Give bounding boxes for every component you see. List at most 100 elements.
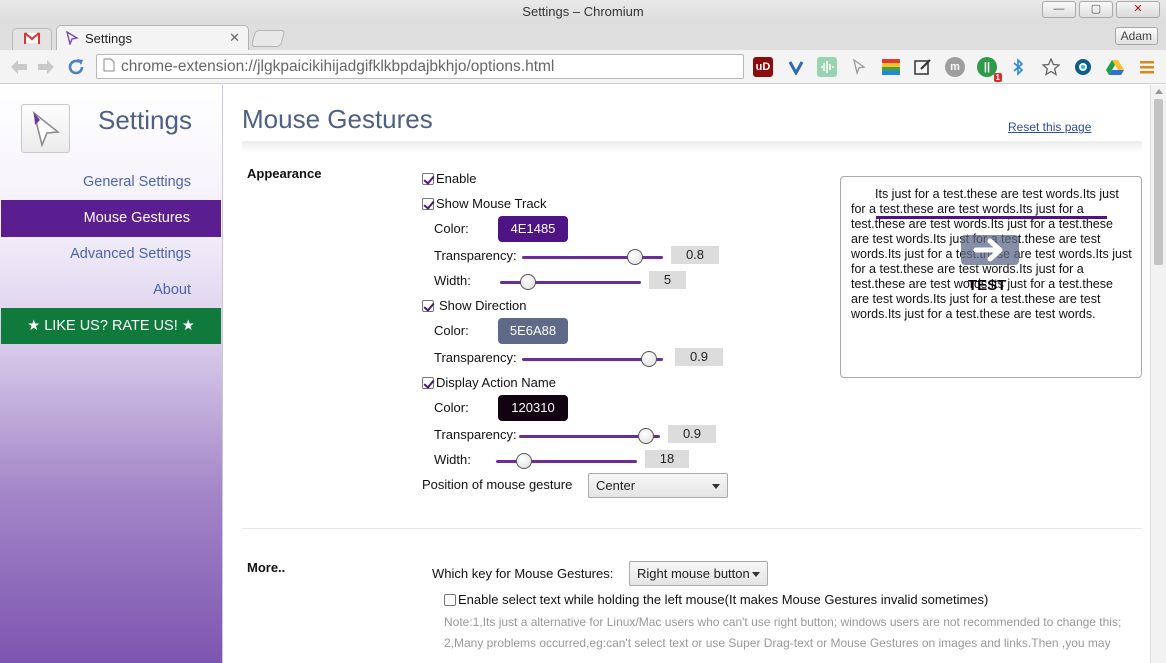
tab-gmail[interactable] — [12, 28, 52, 50]
sidebar-item-general-settings[interactable]: General Settings — [83, 174, 191, 190]
tab-close-icon[interactable]: ✕ — [229, 30, 240, 46]
pushbullet-icon[interactable]: || 1 — [977, 57, 1002, 82]
direction-transparency-slider[interactable] — [522, 351, 663, 367]
direction-transparency-label: Transparency: — [434, 350, 517, 365]
action-transparency-thumb[interactable] — [637, 428, 654, 444]
gmail-icon — [23, 31, 41, 47]
position-select-value: Center — [596, 478, 636, 493]
profile-button[interactable]: Adam — [1114, 27, 1158, 45]
ublock-icon[interactable]: uD — [753, 57, 773, 77]
gestures-favicon-icon — [65, 30, 79, 47]
audio-icon[interactable] — [817, 57, 837, 77]
drive-icon[interactable] — [1105, 57, 1125, 77]
show-direction-label: Show Direction — [439, 298, 527, 313]
gesture-preview-area[interactable]: Its just for a test.these are test words… — [840, 176, 1142, 378]
reset-page-link[interactable]: Reset this page — [1008, 120, 1091, 134]
action-width-label: Width: — [434, 452, 471, 467]
address-bar[interactable]: chrome-extension://jlgkpaicikihijadgifkl… — [96, 54, 744, 79]
show-direction-checkbox[interactable] — [422, 299, 434, 312]
enable-checkbox[interactable] — [422, 172, 434, 185]
direction-transparency-thumb[interactable] — [640, 351, 657, 367]
more-section-label: More.. — [247, 560, 286, 575]
position-select[interactable]: Center — [588, 473, 728, 498]
position-label: Position of mouse gesture — [422, 477, 573, 492]
action-transparency-label: Transparency: — [434, 427, 517, 442]
minimize-button[interactable]: — — [1042, 1, 1076, 18]
close-window-button[interactable]: ✕ — [1116, 1, 1160, 18]
vivaldi-icon[interactable] — [786, 57, 806, 77]
show-track-label: Show Mouse Track — [436, 196, 547, 211]
track-width-slider[interactable] — [500, 274, 641, 290]
select-text-row: Enable select text while holding the lef… — [444, 592, 988, 607]
direction-color-label: Color: — [434, 323, 469, 338]
enable-row: Enable — [422, 171, 476, 186]
m-icon[interactable]: m — [945, 57, 965, 77]
note-line-1: Note:1,Its just a alternative for Linux/… — [444, 615, 1122, 629]
url-text: chrome-extension://jlgkpaicikihijadgifkl… — [121, 57, 555, 75]
reload-icon[interactable] — [65, 56, 87, 78]
track-width-value: 5 — [649, 271, 686, 289]
scroll-up-icon[interactable] — [1155, 89, 1163, 94]
mouse-track-line — [876, 216, 1107, 219]
show-track-row: Show Mouse Track — [422, 196, 547, 211]
gestures-icon[interactable] — [849, 57, 869, 77]
action-transparency-slider[interactable] — [519, 428, 660, 444]
tab-title: Settings — [85, 30, 132, 46]
page-scrollbar[interactable] — [1150, 85, 1166, 663]
appearance-section-label: Appearance — [247, 166, 322, 181]
scrollbar-thumb[interactable] — [1154, 99, 1163, 265]
section-divider — [242, 528, 1142, 529]
show-direction-row: Show Direction — [422, 298, 526, 313]
edit-icon[interactable] — [913, 57, 933, 77]
rate-us-button[interactable]: ★ LIKE US? RATE US! ★ — [1, 308, 221, 344]
sidebar: Settings General Settings Mouse Gestures… — [0, 85, 223, 663]
track-transparency-slider[interactable] — [522, 249, 663, 265]
select-text-checkbox[interactable] — [444, 593, 456, 606]
enable-label: Enable — [436, 171, 477, 186]
main-content: Mouse Gestures Reset this page Appearanc… — [224, 85, 1149, 663]
sidebar-item-mouse-gestures[interactable]: Mouse Gestures — [1, 200, 221, 237]
window-controls: — ▢ ✕ — [1042, 1, 1160, 18]
sidebar-item-advanced-settings[interactable]: Advanced Settings — [70, 246, 191, 262]
new-tab-button[interactable] — [250, 30, 286, 47]
track-transparency-label: Transparency: — [434, 248, 517, 263]
timer-icon[interactable] — [1073, 57, 1093, 77]
track-transparency-value: 0.8 — [671, 246, 719, 264]
display-action-row: Display Action Name — [422, 375, 556, 390]
chevron-down-icon — [752, 572, 760, 577]
track-width-thumb[interactable] — [520, 274, 537, 290]
action-width-thumb[interactable] — [516, 453, 533, 469]
action-transparency-value: 0.9 — [668, 425, 716, 443]
gesture-key-label: Which key for Mouse Gestures: — [432, 566, 614, 581]
track-width-label: Width: — [434, 273, 471, 288]
menu-icon[interactable] — [1137, 57, 1157, 77]
colors-icon[interactable] — [881, 57, 901, 77]
action-width-value: 18 — [645, 450, 689, 468]
extension-options-page: Settings General Settings Mouse Gestures… — [0, 85, 1166, 663]
gesture-key-select[interactable]: Right mouse button — [629, 561, 768, 586]
maximize-button[interactable]: ▢ — [1079, 1, 1113, 18]
sidebar-item-about[interactable]: About — [153, 282, 191, 298]
bookmark-star-icon[interactable] — [1041, 57, 1061, 77]
action-width-slider[interactable] — [496, 453, 637, 469]
display-action-label: Display Action Name — [436, 375, 556, 390]
track-transparency-thumb[interactable] — [626, 249, 643, 265]
show-track-checkbox[interactable] — [422, 197, 434, 210]
browser-toolbar: chrome-extension://jlgkpaicikihijadgifkl… — [0, 50, 1166, 84]
action-color-swatch[interactable]: 120310 — [498, 395, 568, 421]
direction-arrow-icon — [961, 235, 1019, 265]
back-icon[interactable] — [8, 56, 30, 78]
tab-settings[interactable]: Settings ✕ — [56, 25, 249, 50]
track-color-swatch[interactable]: 4E1485 — [498, 216, 568, 242]
title-divider — [242, 141, 1142, 153]
page-icon — [103, 58, 115, 75]
direction-transparency-value: 0.9 — [675, 348, 723, 366]
action-name-display: TEST — [968, 277, 1007, 294]
tab-strip: Settings ✕ Adam — [0, 24, 1166, 50]
window-titlebar: Settings – Chromium — ▢ ✕ — [0, 0, 1166, 24]
forward-icon[interactable] — [35, 56, 57, 78]
window-title: Settings – Chromium — [522, 4, 644, 19]
direction-color-swatch[interactable]: 5E6A88 — [498, 318, 568, 344]
bluetooth-icon[interactable] — [1009, 57, 1029, 77]
display-action-checkbox[interactable] — [422, 376, 434, 389]
